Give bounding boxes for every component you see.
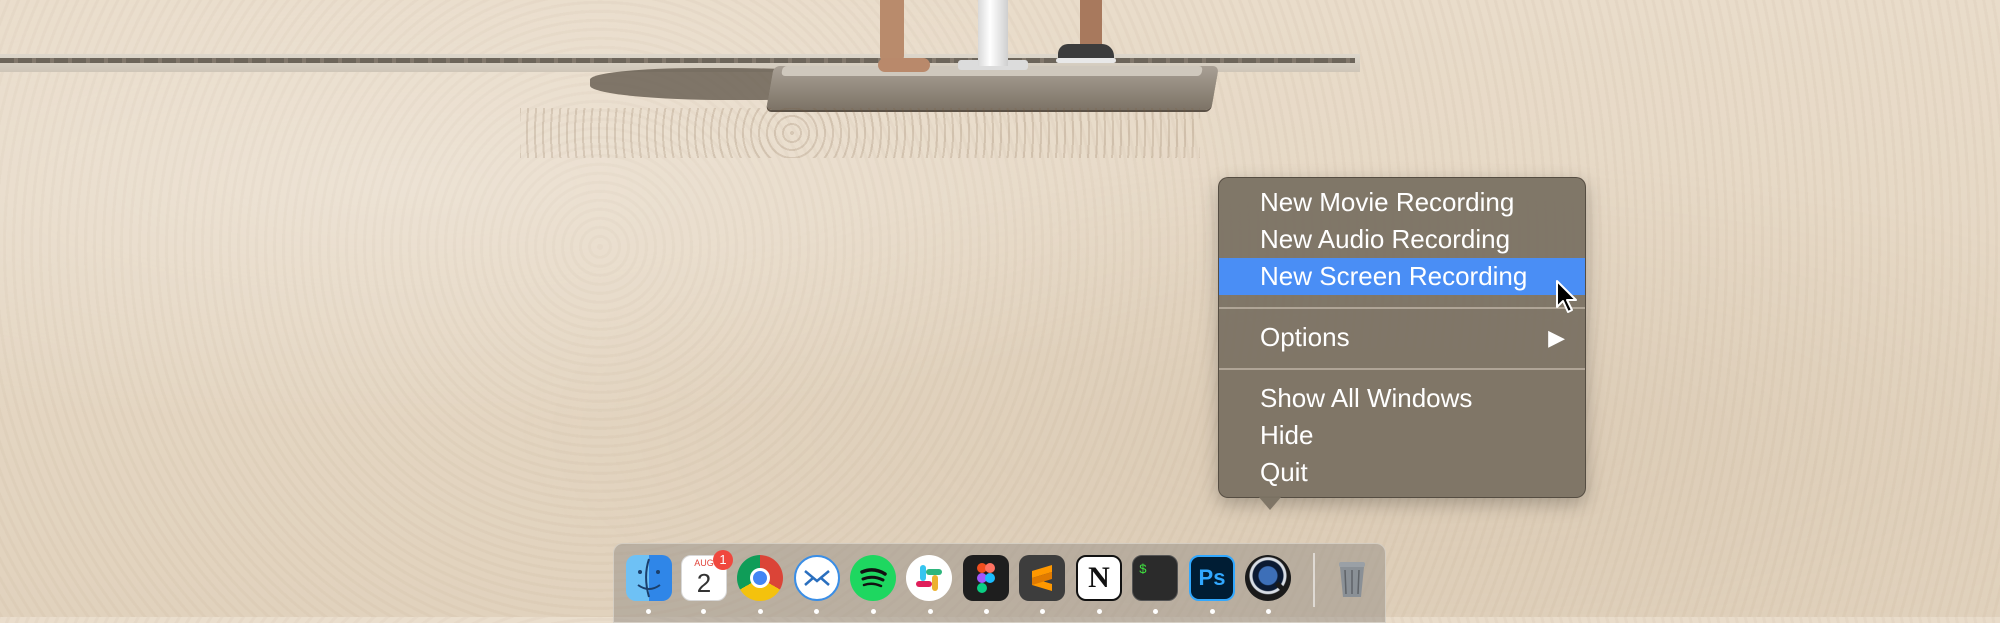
finder-running-indicator — [646, 609, 651, 614]
submenu-arrow-icon: ▶ — [1548, 325, 1565, 350]
menu-item-quit[interactable]: Quit — [1219, 454, 1585, 491]
menu-separator — [1219, 307, 1585, 309]
slack-icon[interactable] — [906, 555, 952, 601]
person-shoe-sole — [1056, 58, 1116, 63]
chrome-icon[interactable] — [737, 555, 783, 601]
menu-item-show-all-windows[interactable]: Show All Windows — [1219, 380, 1585, 417]
figma-icon[interactable] — [963, 555, 1009, 601]
menu-item-options[interactable]: Options ▶ — [1219, 319, 1585, 356]
shower-pole — [978, 0, 1008, 66]
dock-context-menu: New Movie Recording New Audio Recording … — [1218, 177, 1586, 498]
notification-badge: 1 — [713, 550, 733, 570]
terminal-running-indicator — [1153, 609, 1158, 614]
quicktime-icon[interactable] — [1245, 555, 1291, 601]
notion-icon[interactable]: N — [1076, 555, 1122, 601]
airmail-icon[interactable] — [794, 555, 840, 601]
menu-item-options-label: Options — [1260, 322, 1350, 352]
terminal-icon[interactable]: $ — [1132, 555, 1178, 601]
person-left-foot — [878, 58, 930, 72]
trash-icon[interactable] — [1329, 555, 1375, 601]
slack-running-indicator — [928, 609, 933, 614]
person-right-leg — [1080, 0, 1102, 48]
menu-separator — [1219, 368, 1585, 370]
terminal-glyph: $ — [1139, 562, 1147, 577]
photoshop-glyph: Ps — [1198, 565, 1226, 590]
sublime-text-icon[interactable] — [1019, 555, 1065, 601]
calendar-running-indicator — [701, 609, 706, 614]
spotify-icon[interactable] — [850, 555, 896, 601]
finder-icon[interactable] — [626, 555, 672, 601]
calendar-day: 2 — [696, 568, 712, 598]
quicktime-running-indicator — [1266, 609, 1271, 614]
menu-pointer-arrow — [1258, 496, 1282, 510]
menu-item-hide[interactable]: Hide — [1219, 417, 1585, 454]
figma-running-indicator — [984, 609, 989, 614]
boardwalk-edge — [0, 58, 1355, 63]
menu-item-new-screen-recording[interactable]: New Screen Recording — [1219, 258, 1585, 295]
notion-glyph: N — [1088, 561, 1110, 594]
photoshop-icon[interactable]: Ps — [1189, 555, 1235, 601]
chrome-running-indicator — [758, 609, 763, 614]
menu-item-new-audio-recording[interactable]: New Audio Recording — [1219, 221, 1585, 258]
airmail-running-indicator — [814, 609, 819, 614]
spotify-running-indicator — [871, 609, 876, 614]
sublime-text-running-indicator — [1040, 609, 1045, 614]
notion-running-indicator — [1097, 609, 1102, 614]
mouse-cursor-icon — [1556, 280, 1577, 313]
photoshop-running-indicator — [1210, 609, 1215, 614]
dock-divider — [1313, 553, 1315, 607]
person-left-leg — [880, 0, 904, 62]
sand-footprints — [520, 108, 1200, 158]
menu-item-new-movie-recording[interactable]: New Movie Recording — [1219, 184, 1585, 221]
